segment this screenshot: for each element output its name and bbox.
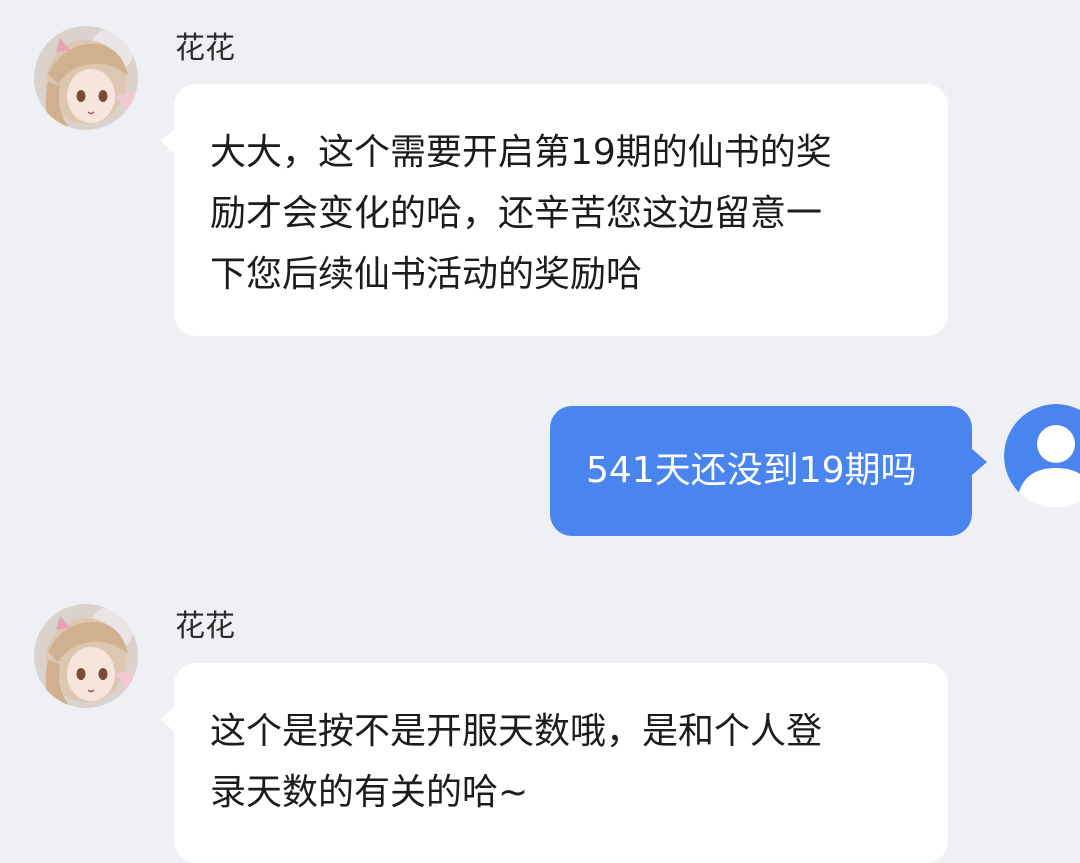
anime-girl-avatar-icon — [34, 604, 138, 708]
message-bubble[interactable]: 541天还没到19期吗 — [550, 406, 972, 536]
user-avatar-icon — [1004, 404, 1080, 508]
message-bubble[interactable]: 这个是按不是开服天数哦，是和个人登 录天数的有关的哈~ — [174, 663, 948, 863]
user-avatar[interactable] — [1004, 404, 1080, 508]
anime-girl-avatar-icon — [34, 26, 138, 130]
sender-avatar[interactable] — [34, 604, 138, 708]
sender-name: 花花 — [175, 609, 235, 644]
sender-avatar[interactable] — [34, 26, 138, 130]
sender-name: 花花 — [175, 31, 235, 66]
message-text: 541天还没到19期吗 — [586, 450, 917, 491]
bubble-tail — [160, 128, 175, 154]
bubble-tail — [972, 449, 987, 475]
message-text: 这个是按不是开服天数哦，是和个人登 录天数的有关的哈~ — [210, 711, 823, 813]
bubble-tail — [160, 706, 175, 732]
message-bubble[interactable]: 大大，这个需要开启第19期的仙书的奖 励才会变化的哈，还辛苦您这边留意一 下您后… — [174, 84, 948, 336]
message-text: 大大，这个需要开启第19期的仙书的奖 励才会变化的哈，还辛苦您这边留意一 下您后… — [210, 132, 832, 295]
